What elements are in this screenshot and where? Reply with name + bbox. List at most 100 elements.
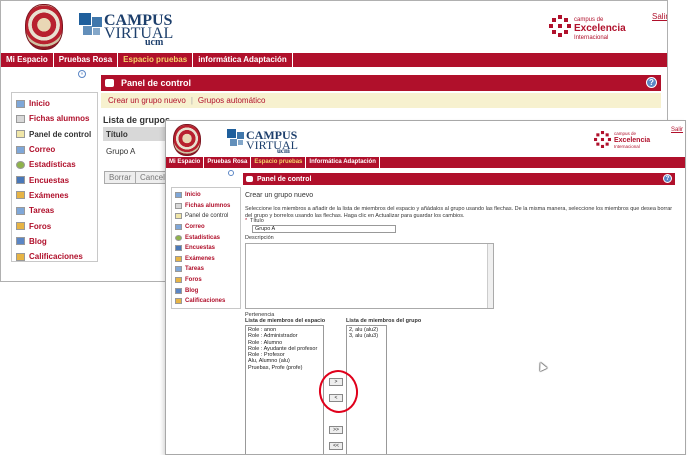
back-home-icon[interactable] xyxy=(105,79,114,87)
panel-icon xyxy=(175,213,182,220)
sidebar-item-correo[interactable]: Correo xyxy=(175,222,237,233)
sidebar-item-correo[interactable]: Correo xyxy=(16,142,93,157)
sidebar-item-tareas[interactable]: Tareas xyxy=(16,203,93,218)
title-input[interactable]: Grupo A xyxy=(252,225,396,233)
sidebar-item-label: Blog xyxy=(185,287,199,294)
sidebar-item-blog[interactable]: Blog xyxy=(175,285,237,296)
nav-espacio-pruebas[interactable]: Espacio pruebas xyxy=(251,157,307,168)
space-members-list[interactable]: Role : anon Role : Administrador Role : … xyxy=(245,325,324,454)
sidebar-item-encuestas[interactable]: Encuestas xyxy=(175,243,237,254)
form-instructions: Seleccione los miembros a añadir de la l… xyxy=(245,206,673,220)
collapse-sidebar-icon[interactable] xyxy=(228,170,234,176)
tab-separator: | xyxy=(190,96,193,105)
table-row[interactable]: Grupo A xyxy=(103,144,138,159)
panel-icon xyxy=(16,130,25,139)
home-icon xyxy=(16,99,25,108)
mail-icon xyxy=(175,224,182,231)
sidebar-item-label: Tareas xyxy=(185,266,204,273)
logout-link[interactable]: Salir xyxy=(652,12,667,21)
sidebar-item-blog[interactable]: Blog xyxy=(16,234,93,249)
delete-button[interactable]: Borrar xyxy=(104,171,137,184)
sidebar-item-examenes[interactable]: Exámenes xyxy=(16,188,93,203)
tasks-icon xyxy=(175,266,182,273)
sidebar-item-label: Inicio xyxy=(185,192,201,199)
panel-title-bar: Panel de control ? xyxy=(101,75,661,91)
stats-icon xyxy=(175,234,182,241)
logout-link[interactable]: Salir xyxy=(671,127,683,133)
ucm-seal-logo xyxy=(173,124,201,156)
sidebar-item-label: Calificaciones xyxy=(29,252,83,262)
list-item[interactable]: Pruebas, Profe (profe) xyxy=(248,365,321,371)
nav-pruebas-rosa[interactable]: Pruebas Rosa xyxy=(204,157,252,168)
pencil-icon xyxy=(175,255,182,262)
sidebar-item-estadisticas[interactable]: Estadísticas xyxy=(175,232,237,243)
sidebar-item-label: Correo xyxy=(185,224,205,231)
ucm-label: ucm xyxy=(145,37,164,48)
collapse-sidebar-icon[interactable]: « xyxy=(78,70,86,78)
sidebar-item-label: Encuestas xyxy=(185,245,216,252)
back-home-icon[interactable] xyxy=(246,176,253,182)
description-label: Descripción xyxy=(245,235,274,241)
nav-informatica-adaptacion[interactable]: Informática Adaptación xyxy=(306,157,380,168)
space-members-label: Lista de miembros del espacio xyxy=(245,318,326,324)
ucm-label: ucm xyxy=(277,147,290,155)
panel-title-bar: Panel de control ? xyxy=(243,173,675,185)
sidebar-item-foros[interactable]: Foros xyxy=(175,275,237,286)
nav-informatica-adaptacion[interactable]: informática Adaptación xyxy=(193,53,293,67)
campus-virtual-logo: CAMPUS VIRTUAL ucm xyxy=(79,13,189,48)
grades-icon xyxy=(175,298,182,305)
description-textarea[interactable] xyxy=(245,243,494,309)
sidebar-item-examenes[interactable]: Exámenes xyxy=(175,254,237,265)
tab-crear-grupo[interactable]: Crear un grupo nuevo xyxy=(108,96,186,105)
nav-espacio-pruebas[interactable]: Espacio pruebas xyxy=(118,53,194,67)
help-icon[interactable]: ? xyxy=(646,77,657,88)
sidebar-item-label: Foros xyxy=(185,277,202,284)
main-nav: Mi Espacio Pruebas Rosa Espacio pruebas … xyxy=(166,157,685,168)
sidebar-item-calificaciones[interactable]: Calificaciones xyxy=(175,296,237,307)
cei-small-text: campus de xyxy=(614,131,637,136)
home-icon xyxy=(175,192,182,199)
sidebar-item-tareas[interactable]: Tareas xyxy=(175,264,237,275)
nav-mi-espacio[interactable]: Mi Espacio xyxy=(1,53,54,67)
virtual-title: VIRTUAL xyxy=(246,138,298,152)
nav-pruebas-rosa[interactable]: Pruebas Rosa xyxy=(54,53,119,67)
sidebar-item-calificaciones[interactable]: Calificaciones xyxy=(16,249,93,264)
sidebar-item-label: Blog xyxy=(29,236,47,246)
sidebar-item-inicio[interactable]: Inicio xyxy=(175,190,237,201)
sidebar-item-label: Foros xyxy=(29,221,52,231)
add-all-members-button[interactable]: >> xyxy=(329,426,343,434)
survey-icon xyxy=(16,176,25,185)
stats-icon xyxy=(16,160,25,169)
sidebar-item-inicio[interactable]: Inicio xyxy=(16,96,93,111)
sidebar-item-label: Panel de control xyxy=(29,129,92,139)
sidebar-item-fichas[interactable]: Fichas alumnos xyxy=(16,111,93,126)
sidebar-item-encuestas[interactable]: Encuestas xyxy=(16,172,93,187)
tab-grupos-automatico[interactable]: Grupos automático xyxy=(198,96,266,105)
campus-virtual-logo: CAMPUS VIRTUAL ucm xyxy=(227,129,307,155)
list-item[interactable]: 3, alu (alu3) xyxy=(349,333,384,339)
sidebar-item-label: Correo xyxy=(29,145,56,155)
sidebar-item-label: Calificaciones xyxy=(185,298,226,305)
mail-icon xyxy=(16,145,25,154)
sidebar-item-panel[interactable]: Panel de control xyxy=(175,211,237,222)
sidebar: Inicio Fichas alumnos Panel de control C… xyxy=(171,187,241,309)
cei-big-text: Excelencia xyxy=(574,23,626,34)
sidebar-item-panel[interactable]: Panel de control xyxy=(16,127,93,142)
remove-all-members-button[interactable]: << xyxy=(329,442,343,450)
panel-title: Panel de control xyxy=(121,78,192,88)
sidebar-item-label: Panel de control xyxy=(185,213,229,220)
sidebar-item-fichas[interactable]: Fichas alumnos xyxy=(175,201,237,212)
sidebar-item-label: Fichas alumnos xyxy=(29,114,90,124)
tasks-icon xyxy=(16,206,25,215)
nav-mi-espacio[interactable]: Mi Espacio xyxy=(166,157,205,168)
description-scrollbar[interactable] xyxy=(487,244,493,308)
sidebar-item-estadisticas[interactable]: Estadísticas xyxy=(16,157,93,172)
blog-icon xyxy=(175,287,182,294)
sidebar-item-label: Estadísticas xyxy=(185,234,221,241)
cei-mark-icon xyxy=(549,15,571,37)
forum-icon xyxy=(175,277,182,284)
group-list-title: Lista de grupos xyxy=(103,115,171,125)
group-members-label: Lista de miembros del grupo xyxy=(346,318,422,324)
sidebar-item-foros[interactable]: Foros xyxy=(16,218,93,233)
help-icon[interactable]: ? xyxy=(663,174,672,183)
